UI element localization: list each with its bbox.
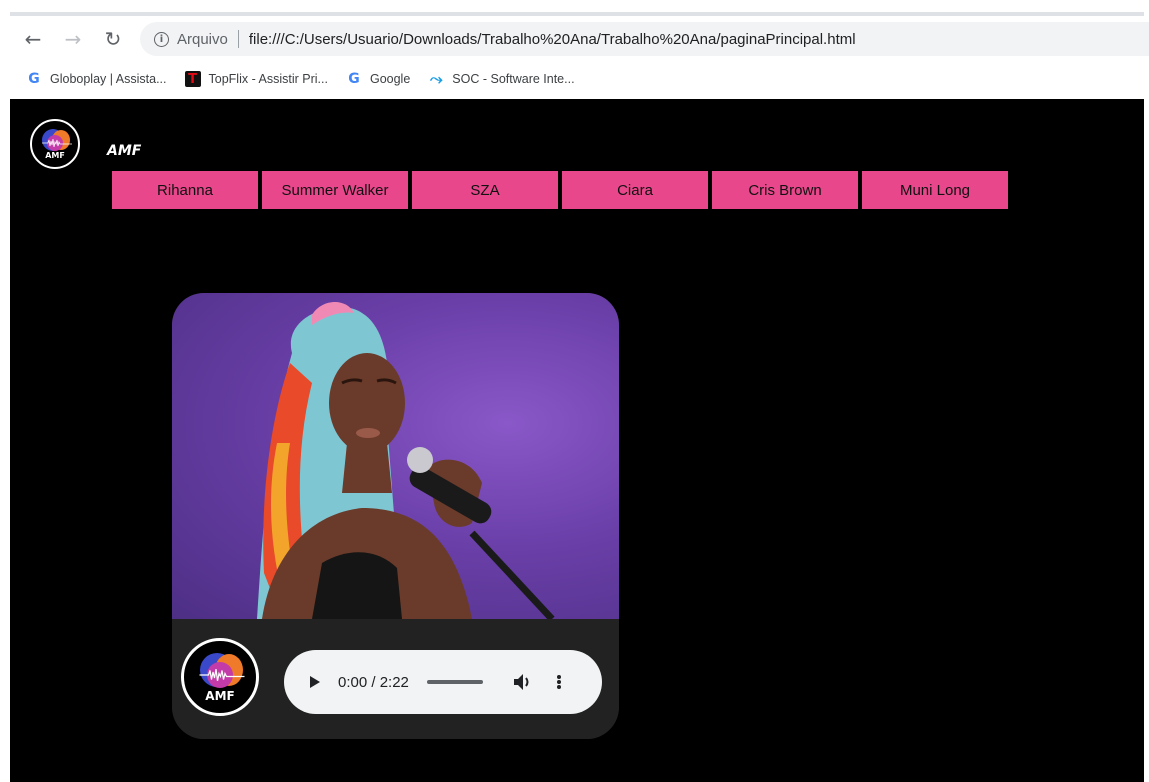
artist-button-rihanna[interactable]: Rihanna bbox=[112, 171, 258, 209]
artist-nav: Rihanna Summer Walker SZA Ciara Cris Bro… bbox=[112, 171, 1012, 209]
waveform-icon bbox=[42, 139, 72, 147]
bookmark-label: SOC - Software Inte... bbox=[452, 72, 575, 86]
artist-button-summer-walker[interactable]: Summer Walker bbox=[262, 171, 408, 209]
artist-button-muni-long[interactable]: Muni Long bbox=[862, 171, 1008, 209]
volume-icon[interactable] bbox=[513, 673, 533, 691]
scheme-label: Arquivo bbox=[177, 30, 228, 48]
artist-button-cris-brown[interactable]: Cris Brown bbox=[712, 171, 858, 209]
info-icon[interactable]: i bbox=[154, 31, 169, 47]
audio-bar: AMF 0:00 / 2:22 bbox=[172, 619, 619, 739]
play-icon[interactable] bbox=[310, 676, 320, 688]
soc-icon: ⤳ bbox=[429, 69, 443, 88]
progress-slider[interactable] bbox=[426, 680, 483, 684]
bookmark-topflix[interactable]: T TopFlix - Assistir Pri... bbox=[184, 71, 328, 87]
arrow-left-icon[interactable]: ← bbox=[20, 26, 46, 52]
google-icon: G bbox=[348, 71, 360, 87]
reload-icon[interactable]: ↻ bbox=[100, 26, 126, 52]
topflix-icon: T bbox=[184, 71, 201, 87]
amf-logo-small: AMF bbox=[181, 638, 259, 716]
bookmarks-bar: G Globoplay | Assista... T TopFlix - Ass… bbox=[0, 64, 1149, 94]
bookmark-label: Google bbox=[369, 72, 411, 86]
audio-player: 0:00 / 2:22 bbox=[284, 650, 602, 714]
bookmark-google[interactable]: G Google bbox=[346, 71, 410, 87]
arrow-right-icon[interactable]: → bbox=[60, 26, 86, 52]
artist-button-ciara[interactable]: Ciara bbox=[562, 171, 708, 209]
bookmark-label: Globoplay | Assista... bbox=[50, 72, 167, 86]
url-text[interactable]: file:///C:/Users/Usuario/Downloads/Traba… bbox=[249, 31, 856, 48]
logo-text: AMF bbox=[45, 151, 65, 160]
bookmark-label: TopFlix - Assistir Pri... bbox=[208, 72, 328, 86]
player-card: AMF 0:00 / 2:22 bbox=[172, 293, 619, 739]
site-title: AMF bbox=[107, 143, 142, 159]
address-bar[interactable]: i Arquivo file:///C:/Users/Usuario/Downl… bbox=[140, 22, 1149, 56]
page-viewport: AMF AMF Rihanna Summer Walker SZA Ciara … bbox=[10, 99, 1144, 782]
artist-button-sza[interactable]: SZA bbox=[412, 171, 558, 209]
bookmark-globoplay[interactable]: G Globoplay | Assista... bbox=[26, 71, 167, 87]
waveform-icon bbox=[199, 669, 245, 681]
bookmark-soc[interactable]: ⤳ SOC - Software Inte... bbox=[428, 69, 575, 88]
tab-strip-edge bbox=[10, 12, 1144, 16]
google-icon: G bbox=[28, 71, 40, 87]
more-vert-icon[interactable] bbox=[556, 675, 561, 689]
amf-logo: AMF bbox=[30, 119, 80, 169]
artist-photo bbox=[172, 293, 619, 619]
time-display: 0:00 / 2:22 bbox=[338, 673, 409, 691]
address-separator bbox=[237, 30, 239, 48]
logo-text: AMF bbox=[205, 689, 235, 703]
